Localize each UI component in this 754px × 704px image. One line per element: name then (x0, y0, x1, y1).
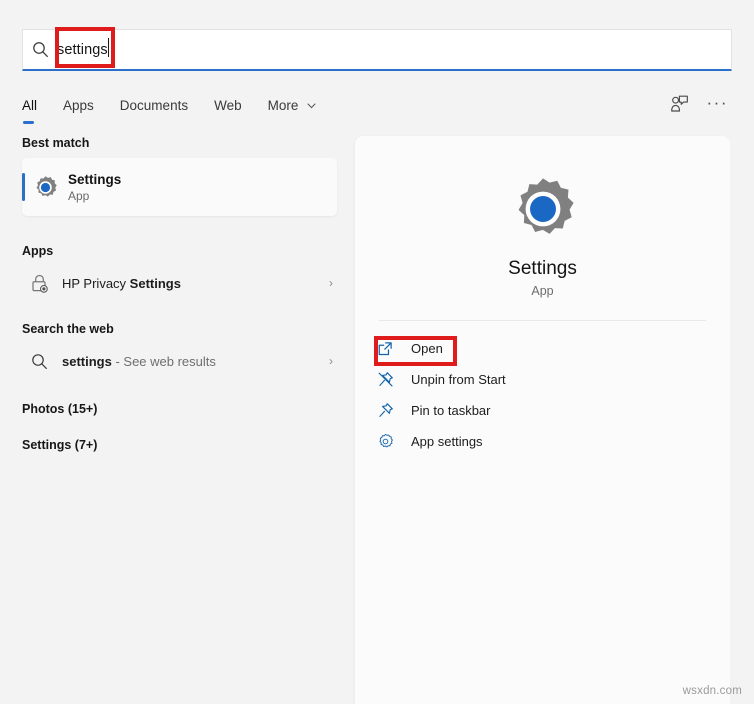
hp-privacy-match: Settings (130, 276, 181, 291)
search-input-wrap (57, 30, 731, 69)
action-unpin-label: Unpin from Start (411, 372, 506, 387)
preview-app-type: App (355, 284, 730, 298)
divider (379, 320, 706, 321)
pin-icon (377, 402, 411, 419)
tabs-row: All Apps Documents Web More ··· (22, 88, 732, 124)
results-column: Best match Settings App Apps HP Priva (0, 136, 355, 704)
photos-heading[interactable]: Photos (15+) (22, 402, 355, 416)
gear-icon (377, 433, 411, 450)
best-match-text: Settings App (68, 171, 121, 204)
tabs-actions: ··· (670, 95, 732, 118)
action-app-settings[interactable]: App settings (355, 426, 730, 457)
result-row-web-search[interactable]: settings - See web results › (22, 344, 337, 378)
best-match-heading: Best match (22, 136, 355, 150)
hp-privacy-prefix: HP Privacy (62, 276, 130, 291)
apps-heading: Apps (22, 244, 355, 258)
chevron-right-icon[interactable]: › (329, 354, 337, 368)
action-pin-to-taskbar[interactable]: Pin to taskbar (355, 395, 730, 426)
text-caret (108, 38, 109, 57)
tab-web-label: Web (214, 98, 242, 113)
action-pin-label: Pin to taskbar (411, 403, 491, 418)
tab-documents[interactable]: Documents (120, 98, 188, 115)
tab-web[interactable]: Web (214, 98, 242, 115)
tab-all[interactable]: All (22, 98, 37, 115)
search-icon (16, 353, 62, 370)
settings-gear-icon (22, 175, 68, 200)
action-open-label: Open (411, 341, 443, 356)
best-match-card[interactable]: Settings App (22, 158, 337, 216)
action-app-settings-label: App settings (411, 434, 483, 449)
best-match-subtitle: App (68, 189, 121, 204)
preview-panel: Settings App Open Unpin from St (355, 136, 730, 704)
web-result-suffix: - See web results (112, 354, 216, 369)
chevron-down-icon (307, 101, 316, 112)
action-list: Open Unpin from Start Pin to taskbar (355, 333, 730, 457)
more-options-icon[interactable]: ··· (707, 98, 728, 114)
search-icon (23, 41, 57, 58)
tab-apps-label: Apps (63, 98, 94, 113)
lock-icon (16, 273, 62, 294)
result-label: settings - See web results (62, 354, 216, 369)
settings-gear-icon (508, 174, 578, 244)
feedback-person-icon[interactable] (670, 95, 689, 118)
tab-more[interactable]: More (268, 98, 317, 115)
settings-count-heading[interactable]: Settings (7+) (22, 438, 355, 452)
result-label: HP Privacy Settings (62, 276, 181, 291)
search-web-heading: Search the web (22, 322, 355, 336)
tab-apps[interactable]: Apps (63, 98, 94, 115)
tab-more-label: More (268, 98, 299, 113)
tab-documents-label: Documents (120, 98, 188, 113)
action-unpin-from-start[interactable]: Unpin from Start (355, 364, 730, 395)
tab-all-label: All (22, 98, 37, 113)
chevron-right-icon[interactable]: › (329, 276, 337, 290)
search-bar[interactable] (22, 29, 732, 71)
best-match-title: Settings (68, 171, 121, 188)
watermark: wsxdn.com (683, 685, 742, 697)
web-query-text: settings (62, 354, 112, 369)
unpin-icon (377, 371, 411, 388)
search-input[interactable] (57, 30, 731, 69)
selection-indicator (22, 173, 25, 201)
result-row-hp-privacy-settings[interactable]: HP Privacy Settings › (22, 266, 337, 300)
preview-app-name: Settings (355, 258, 730, 280)
open-external-icon (377, 341, 411, 357)
action-open[interactable]: Open (355, 333, 730, 364)
